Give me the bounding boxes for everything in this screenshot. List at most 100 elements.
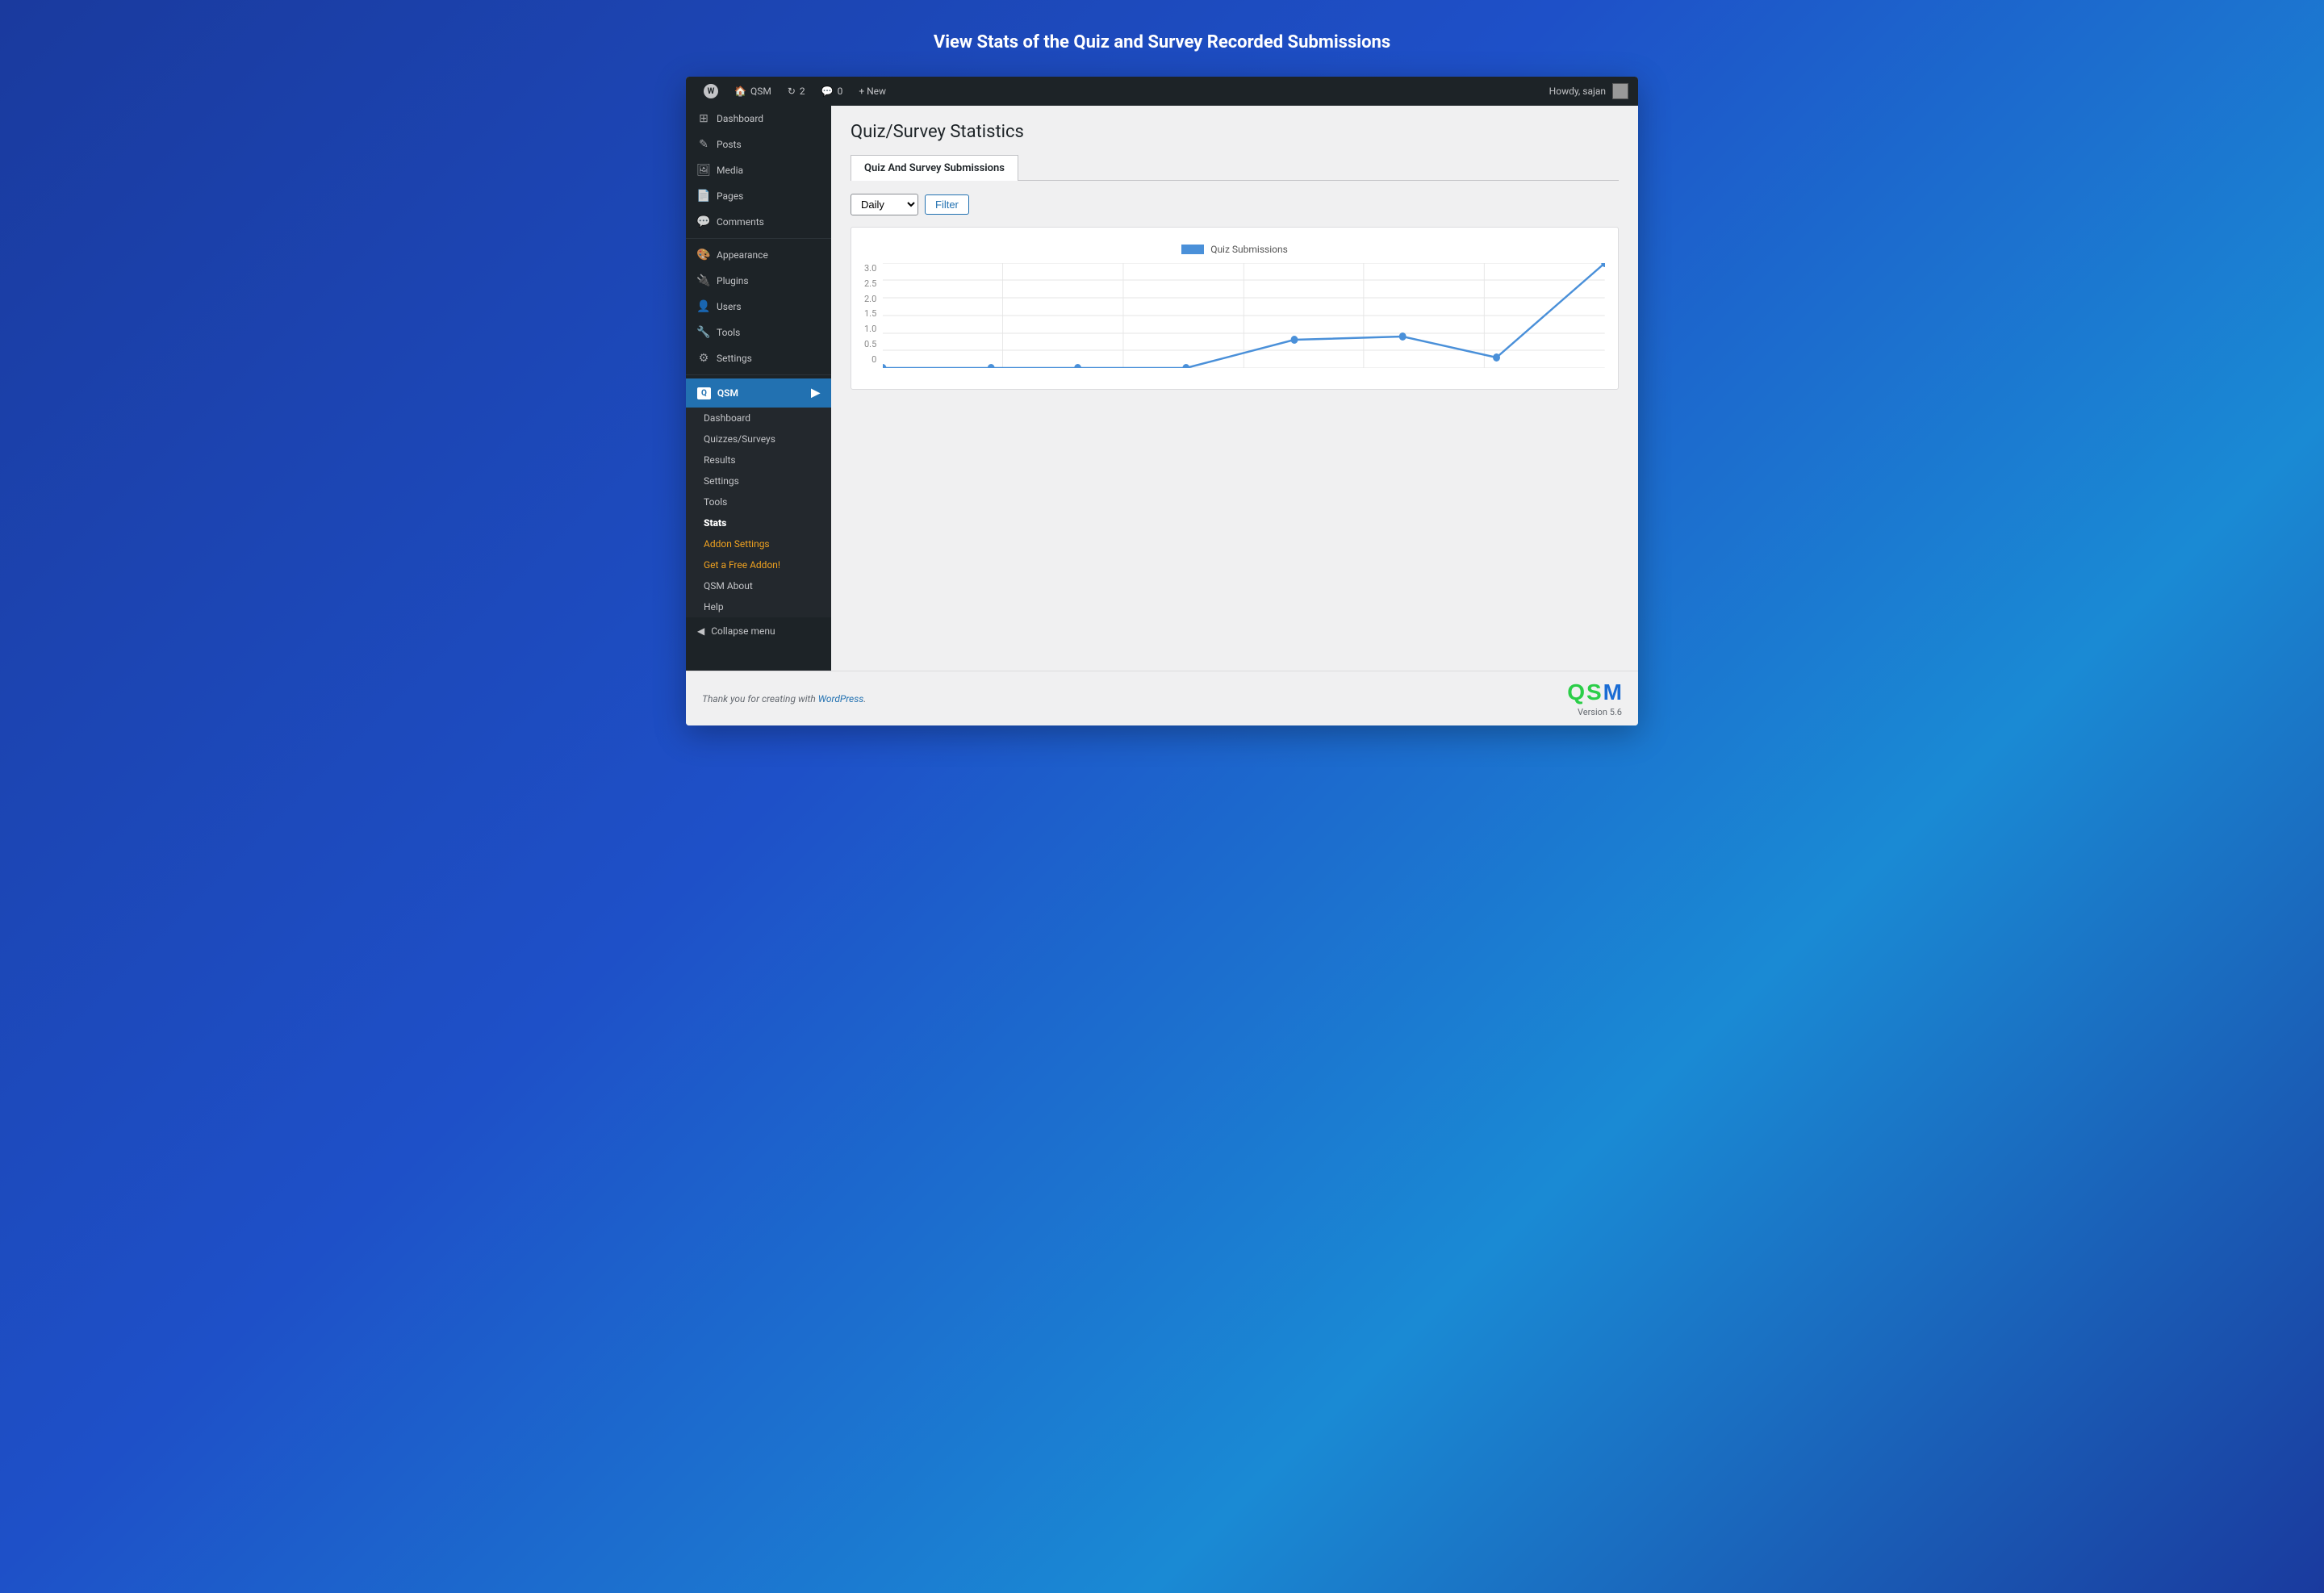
sidebar-item-settings[interactable]: ⚙ Settings	[686, 345, 831, 371]
chart-svg-wrapper	[883, 263, 1605, 376]
sidebar-item-tools[interactable]: 🔧 Tools	[686, 320, 831, 345]
comments-icon: 💬	[697, 215, 710, 228]
comments-count: 0	[838, 86, 843, 97]
appearance-icon: 🎨	[697, 249, 710, 261]
sidebar-item-posts[interactable]: ✎ Posts	[686, 132, 831, 157]
qsm-sub-about[interactable]: QSM About	[686, 575, 831, 596]
qsm-section: Q QSM ▶ Dashboard Quizzes/Surveys Result…	[686, 378, 831, 617]
footer-period: .	[863, 693, 866, 705]
qsm-sub-free-addon[interactable]: Get a Free Addon!	[686, 554, 831, 575]
sidebar-item-label: Plugins	[717, 275, 749, 286]
updates-item[interactable]: ↻ 2	[780, 77, 813, 106]
collapse-label: Collapse menu	[711, 625, 775, 637]
legend-label: Quiz Submissions	[1210, 244, 1288, 255]
qsm-brand-logo: QSM	[1567, 679, 1622, 705]
sidebar-item-label: Users	[717, 301, 742, 312]
version-text: Version 5.6	[1578, 707, 1622, 717]
sidebar-item-comments[interactable]: 💬 Comments	[686, 209, 831, 235]
qsm-header-label: QSM	[717, 387, 738, 399]
wp-window: W 🏠 QSM ↻ 2 💬 0 + New Howdy, sajan ⊞ Das…	[686, 77, 1638, 725]
y-label: 2.0	[864, 294, 876, 304]
posts-icon: ✎	[697, 138, 710, 151]
dashboard-icon: ⊞	[697, 112, 710, 125]
y-label: 3.0	[864, 263, 876, 274]
sidebar-item-label: Pages	[717, 190, 743, 202]
qsm-sub-settings[interactable]: Settings	[686, 470, 831, 491]
filter-row: Daily Weekly Monthly Filter	[851, 194, 1619, 215]
page-header-title: View Stats of the Quiz and Survey Record…	[934, 32, 1390, 52]
brand-m: M	[1603, 679, 1622, 705]
footer-text: Thank you for creating with WordPress.	[702, 693, 866, 705]
data-point	[1183, 364, 1190, 368]
sidebar-item-users[interactable]: 👤 Users	[686, 294, 831, 320]
data-point	[883, 364, 886, 368]
settings-icon: ⚙	[697, 352, 710, 365]
data-point	[1074, 364, 1081, 368]
wp-logo: W	[704, 84, 718, 98]
filter-button[interactable]: Filter	[925, 194, 969, 215]
collapse-menu-button[interactable]: ◀ Collapse menu	[686, 617, 831, 645]
new-label: + New	[859, 86, 886, 97]
y-label: 1.0	[864, 324, 876, 334]
avatar	[1612, 83, 1628, 99]
wp-body: ⊞ Dashboard ✎ Posts 🖼 Media 📄 Pages 💬 Co…	[686, 106, 1638, 671]
admin-bar: W 🏠 QSM ↻ 2 💬 0 + New Howdy, sajan	[686, 77, 1638, 106]
howdy-text: Howdy, sajan	[1549, 86, 1606, 97]
qsm-sub-tools[interactable]: Tools	[686, 491, 831, 512]
sidebar-item-label: Tools	[717, 327, 740, 338]
media-icon: 🖼	[697, 164, 710, 177]
brand-s: S	[1586, 679, 1602, 705]
plugins-icon: 🔌	[697, 274, 710, 287]
footer-wp-link[interactable]: WordPress	[818, 693, 864, 705]
wp-logo-item[interactable]: W	[696, 77, 726, 106]
filter-select[interactable]: Daily Weekly Monthly	[851, 194, 918, 215]
new-item[interactable]: + New	[851, 77, 894, 106]
sidebar-item-dashboard[interactable]: ⊞ Dashboard	[686, 106, 831, 132]
site-name: QSM	[750, 86, 771, 97]
pages-icon: 📄	[697, 190, 710, 203]
qsm-sub-dashboard[interactable]: Dashboard	[686, 408, 831, 429]
sidebar-item-label: Appearance	[717, 249, 768, 261]
qsm-sub-stats[interactable]: Stats	[686, 512, 831, 533]
wp-footer: Thank you for creating with WordPress. Q…	[686, 671, 1638, 725]
qsm-sub-help[interactable]: Help	[686, 596, 831, 617]
footer-thank-you: Thank you for creating with	[702, 693, 818, 705]
sidebar-item-label: Dashboard	[717, 113, 763, 124]
tools-icon: 🔧	[697, 326, 710, 339]
admin-bar-right: Howdy, sajan	[1549, 83, 1628, 99]
sidebar-separator-1	[686, 238, 831, 239]
chart-svg	[883, 263, 1605, 368]
site-name-item[interactable]: 🏠 QSM	[726, 77, 780, 106]
users-icon: 👤	[697, 300, 710, 313]
sidebar-item-plugins[interactable]: 🔌 Plugins	[686, 268, 831, 294]
sidebar-item-label: Media	[717, 165, 743, 176]
chart-area: 3.0 2.5 2.0 1.5 1.0 0.5 0	[864, 263, 1605, 376]
data-point	[988, 364, 995, 368]
updates-count: 2	[800, 86, 805, 97]
chart-legend: Quiz Submissions	[864, 244, 1605, 255]
qsm-sub-quizzes[interactable]: Quizzes/Surveys	[686, 429, 831, 449]
data-point	[1291, 336, 1298, 344]
qsm-sub-addon-settings[interactable]: Addon Settings	[686, 533, 831, 554]
comments-item[interactable]: 💬 0	[813, 77, 851, 106]
sidebar-item-label: Posts	[717, 139, 742, 150]
chart-container: Quiz Submissions 3.0 2.5 2.0 1.5 1.0 0.5…	[851, 227, 1619, 390]
sidebar: ⊞ Dashboard ✎ Posts 🖼 Media 📄 Pages 💬 Co…	[686, 106, 831, 671]
y-label: 2.5	[864, 278, 876, 289]
tab-bar: Quiz And Survey Submissions	[851, 155, 1619, 181]
sidebar-item-pages[interactable]: 📄 Pages	[686, 183, 831, 209]
sidebar-item-appearance[interactable]: 🎨 Appearance	[686, 242, 831, 268]
brand-wrapper: QSM Version 5.6	[1567, 679, 1622, 717]
y-label: 0.5	[864, 339, 876, 349]
tab-quiz-submissions[interactable]: Quiz And Survey Submissions	[851, 155, 1018, 181]
sidebar-item-label: Settings	[717, 353, 752, 364]
qsm-sub-results[interactable]: Results	[686, 449, 831, 470]
qsm-menu-header[interactable]: Q QSM ▶	[686, 378, 831, 408]
y-label: 1.5	[864, 308, 876, 319]
brand-q: Q	[1567, 679, 1585, 705]
y-label: 0	[872, 354, 876, 365]
legend-color-box	[1181, 245, 1204, 254]
sidebar-separator-2	[686, 374, 831, 375]
data-point	[1493, 353, 1500, 362]
sidebar-item-media[interactable]: 🖼 Media	[686, 157, 831, 183]
